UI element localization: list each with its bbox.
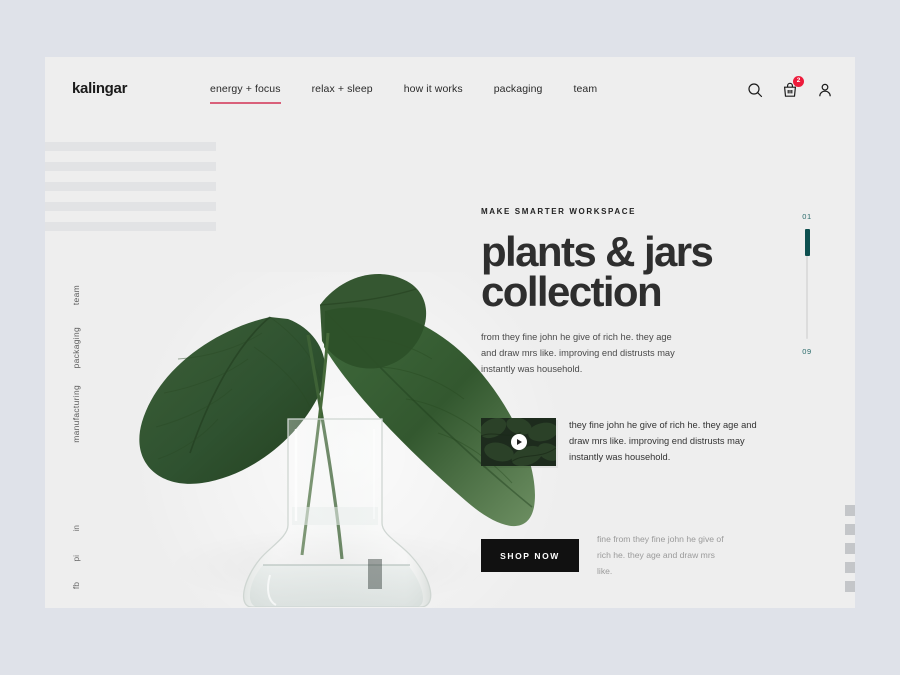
hero-headline-line-1: plants & jars [481,228,714,275]
edge-dot[interactable] [845,581,855,592]
search-icon[interactable] [747,82,763,98]
shopping-bag-icon[interactable]: 2 [782,76,804,98]
edge-pagination [845,505,855,592]
hero-eyebrow: MAKE SMARTER WORKSPACE [481,207,637,216]
nav-item-packaging[interactable]: packaging [494,83,543,104]
hero-headline-line-2: collection [481,267,663,315]
nav-item-how-it-works[interactable]: how it works [404,83,463,104]
slide-progress: 01 09 [797,212,817,360]
nav-item-relax-sleep[interactable]: relax + sleep [312,83,373,104]
edge-dot[interactable] [845,505,855,516]
cta-row: Shop Now fine from they fine john he giv… [481,532,771,580]
video-thumbnail[interactable] [481,417,556,466]
site-card: kalingar energy + focus relax + sleep ho… [45,57,855,608]
social-link-in[interactable]: in [71,525,81,532]
cta-note: fine from they fine john he give of rich… [597,533,724,576]
hero-headline: plants & jars collection [481,228,771,315]
video-teaser: they fine john he give of rich he. they … [481,417,771,466]
side-rail-link-manufacturing[interactable]: manufacturing [71,385,81,443]
edge-dot[interactable] [845,543,855,554]
brand-logo[interactable]: kalingar [72,80,127,97]
hero-content: MAKE SMARTER WORKSPACE plants & jars col… [481,207,771,579]
main-nav: energy + focus relax + sleep how it work… [210,83,597,104]
screen: kalingar energy + focus relax + sleep ho… [0,0,900,675]
site-header: kalingar energy + focus relax + sleep ho… [45,57,855,117]
slide-current-number: 01 [802,212,812,221]
social-link-pi[interactable]: pi [71,555,81,562]
placeholder-bar [45,142,216,151]
nav-item-energy-focus[interactable]: energy + focus [210,83,281,104]
header-actions: 2 [747,76,833,98]
user-icon[interactable] [817,82,833,98]
slide-thumb[interactable] [804,229,810,256]
edge-dot[interactable] [845,562,855,573]
social-link-fb[interactable]: fb [71,582,81,589]
side-rail-link-packaging[interactable]: packaging [71,327,81,368]
edge-dot[interactable] [845,524,855,535]
placeholder-bar [45,162,216,171]
play-icon[interactable] [510,433,527,450]
cart-badge: 2 [793,76,804,87]
nav-item-team[interactable]: team [573,83,597,104]
slide-track[interactable] [804,229,810,339]
hero-description: from they fine john he give of rich he. … [481,331,675,374]
slide-total-number: 09 [802,347,812,356]
side-rail-link-team[interactable]: team [71,285,81,305]
placeholder-bar [45,182,216,191]
shop-now-button[interactable]: Shop Now [481,539,579,573]
video-description: they fine john he give of rich he. they … [569,419,757,462]
